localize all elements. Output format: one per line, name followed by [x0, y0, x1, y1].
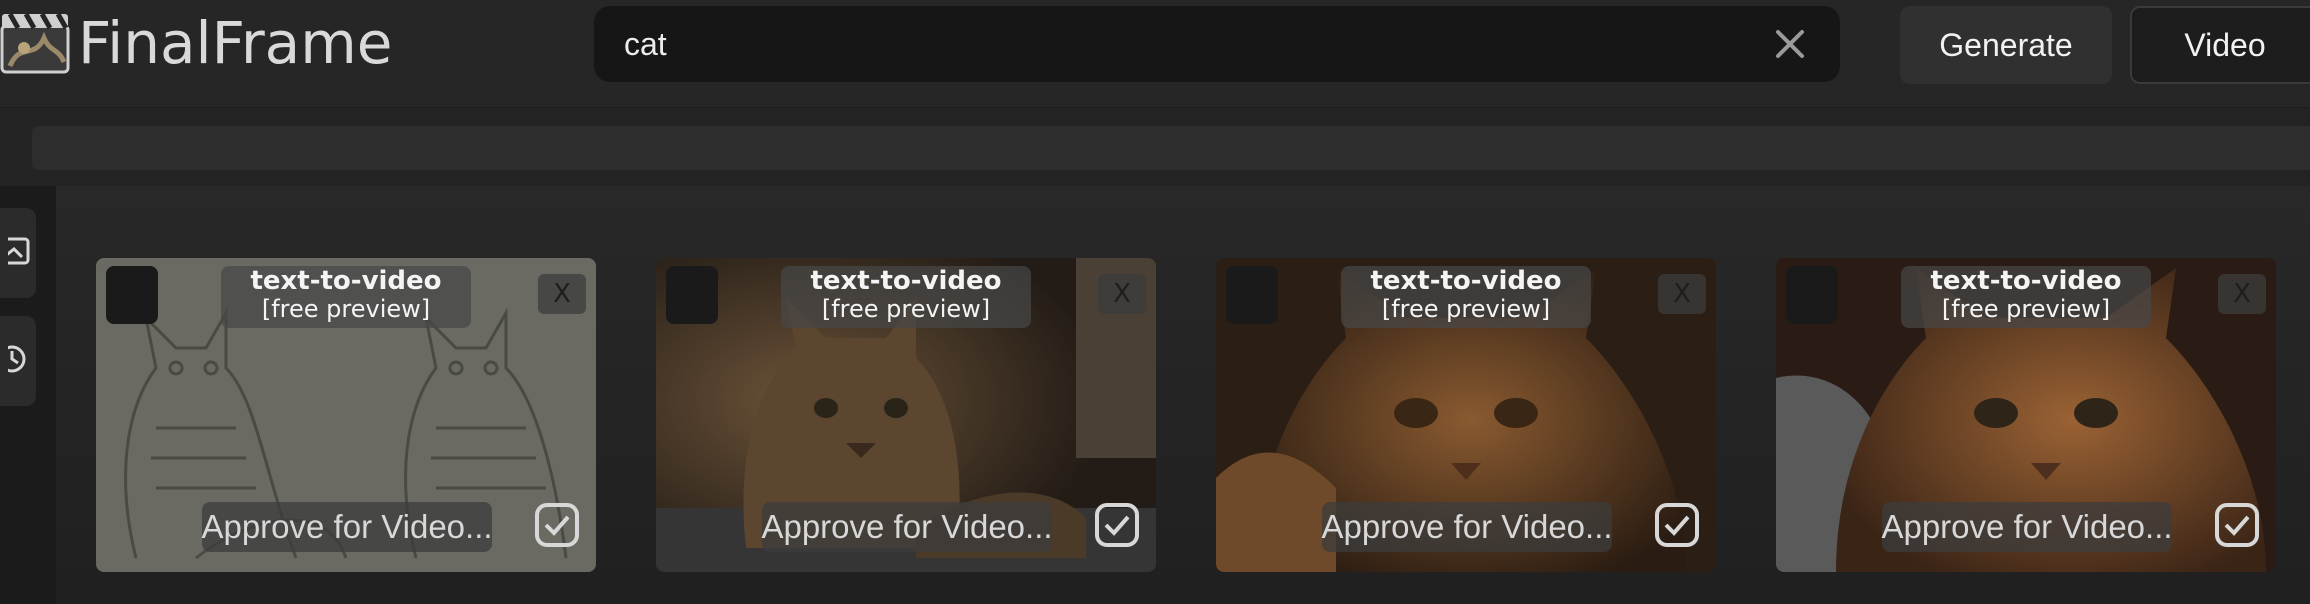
card-mode-label: text-to-video: [1930, 266, 2122, 296]
sidebar-item-history[interactable]: [0, 316, 36, 406]
approve-for-video-button[interactable]: Approve for Video...: [201, 502, 493, 552]
select-checkbox[interactable]: [666, 266, 718, 324]
approve-for-video-button[interactable]: Approve for Video...: [1881, 502, 2173, 552]
remove-card-button[interactable]: X: [1098, 274, 1146, 314]
remove-card-button[interactable]: X: [538, 274, 586, 314]
approve-for-video-button[interactable]: Approve for Video...: [1321, 502, 1613, 552]
remove-card-button[interactable]: X: [1658, 274, 1706, 314]
sidebar: [0, 186, 56, 604]
app-header: FinalFrame cat Generate Video: [0, 0, 2310, 108]
card-preview-label: [free preview]: [261, 295, 431, 323]
progress-bar: [32, 126, 2310, 170]
result-card[interactable]: text-to-video [free preview] X Approve f…: [1776, 258, 2276, 572]
card-mode-label: text-to-video: [810, 266, 1002, 296]
remove-card-button[interactable]: X: [2218, 274, 2266, 314]
generate-button[interactable]: Generate: [1900, 6, 2112, 84]
search-bar[interactable]: cat: [594, 6, 1840, 82]
checkmark-icon[interactable]: [2214, 502, 2260, 548]
result-card[interactable]: text-to-video [free preview] X Approve f…: [656, 258, 1156, 572]
result-card[interactable]: text-to-video [free preview] X Approve f…: [1216, 258, 1716, 572]
select-checkbox[interactable]: [106, 266, 158, 324]
card-title: text-to-video [free preview]: [781, 266, 1031, 328]
card-preview-label: [free preview]: [821, 295, 991, 323]
images-icon: [0, 231, 36, 276]
checkmark-icon[interactable]: [1654, 502, 1700, 548]
card-title: text-to-video [free preview]: [1341, 266, 1591, 328]
card-preview-label: [free preview]: [1941, 295, 2111, 323]
card-mode-label: text-to-video: [1370, 266, 1562, 296]
close-icon[interactable]: [1770, 24, 1810, 64]
search-input[interactable]: cat: [624, 26, 1770, 63]
card-title: text-to-video [free preview]: [1901, 266, 2151, 328]
clapperboard-icon: [0, 12, 72, 74]
select-checkbox[interactable]: [1786, 266, 1838, 324]
card-title: text-to-video [free preview]: [221, 266, 471, 328]
result-card[interactable]: text-to-video [free preview] X Approve f…: [96, 258, 596, 572]
circle-icon: [0, 339, 36, 384]
select-checkbox[interactable]: [1226, 266, 1278, 324]
video-button[interactable]: Video: [2130, 6, 2310, 84]
app-title: FinalFrame: [78, 9, 393, 77]
sidebar-item-images[interactable]: [0, 208, 36, 298]
checkmark-icon[interactable]: [534, 502, 580, 548]
app-logo[interactable]: FinalFrame: [0, 9, 393, 77]
approve-for-video-button[interactable]: Approve for Video...: [761, 502, 1053, 552]
checkmark-icon[interactable]: [1094, 502, 1140, 548]
card-preview-label: [free preview]: [1381, 295, 1551, 323]
card-mode-label: text-to-video: [250, 266, 442, 296]
